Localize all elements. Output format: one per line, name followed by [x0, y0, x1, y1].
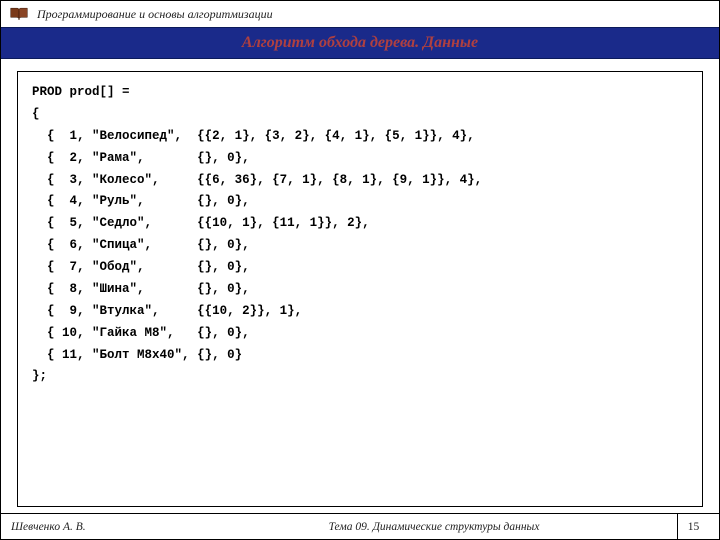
book-icon	[9, 5, 29, 23]
code-row: { 5, "Седло", {{10, 1}, {11, 1}}, 2},	[32, 213, 482, 235]
code-decl: PROD prod[] =	[32, 82, 482, 104]
footer-author: Шевченко А. В.	[11, 521, 191, 533]
footer-topic: Тема 09. Динамические структуры данных	[191, 521, 677, 533]
code-row: { 8, "Шина", {}, 0},	[32, 279, 482, 301]
code-frame: PROD prod[] = { { 1, "Велосипед", {{2, 1…	[17, 71, 703, 507]
slide-title: Алгоритм обхода дерева. Данные	[242, 34, 478, 52]
title-band: Алгоритм обхода дерева. Данные	[1, 27, 719, 59]
code-row: { 3, "Колесо", {{6, 36}, {7, 1}, {8, 1},…	[32, 170, 482, 192]
code-row: { 7, "Обод", {}, 0},	[32, 257, 482, 279]
code-close-brace: };	[32, 366, 482, 388]
top-bar: Программирование и основы алгоритмизации	[1, 1, 719, 27]
code-row: { 4, "Руль", {}, 0},	[32, 191, 482, 213]
content-area: PROD prod[] = { { 1, "Велосипед", {{2, 1…	[1, 59, 719, 513]
code-block: PROD prod[] = { { 1, "Велосипед", {{2, 1…	[32, 82, 482, 388]
code-row: { 10, "Гайка М8", {}, 0},	[32, 323, 482, 345]
code-open-brace: {	[32, 104, 482, 126]
code-row: { 1, "Велосипед", {{2, 1}, {3, 2}, {4, 1…	[32, 126, 482, 148]
footer-page-number: 15	[677, 514, 709, 539]
code-row: { 11, "Болт М8х40", {}, 0}	[32, 345, 482, 367]
code-row: { 6, "Спица", {}, 0},	[32, 235, 482, 257]
footer: Шевченко А. В. Тема 09. Динамические стр…	[1, 513, 719, 539]
code-row: { 2, "Рама", {}, 0},	[32, 148, 482, 170]
code-row: { 9, "Втулка", {{10, 2}}, 1},	[32, 301, 482, 323]
slide: Программирование и основы алгоритмизации…	[0, 0, 720, 540]
course-title: Программирование и основы алгоритмизации	[37, 7, 273, 22]
